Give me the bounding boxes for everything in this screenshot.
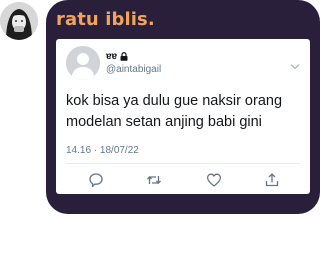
tweet-handle[interactable]: @aintabigail	[106, 64, 161, 75]
share-icon[interactable]	[264, 172, 280, 188]
tweet-display-name-text: ɐɐ	[106, 51, 118, 62]
tweet-timestamp[interactable]: 14.16 · 18/07/22	[66, 145, 139, 156]
like-icon[interactable]	[206, 172, 222, 188]
retweet-icon[interactable]	[146, 172, 162, 188]
tweet-display-name[interactable]: ɐɐ	[106, 51, 128, 62]
lock-icon	[120, 52, 128, 61]
tweet-text: kok bisa ya dulu gue naksir orang modela…	[66, 93, 283, 130]
sender-avatar[interactable]	[0, 2, 38, 40]
embedded-tweet-card[interactable]: ɐɐ @aintabigail kok bisa ya dulu gue nak…	[56, 39, 310, 194]
sender-name[interactable]: ratu iblis.	[56, 9, 155, 30]
chevron-down-icon[interactable]	[290, 57, 300, 70]
message-bubble: ratu iblis. ɐɐ @aintabigail kok bisa ya …	[46, 0, 320, 214]
reply-icon[interactable]	[88, 172, 104, 188]
divider	[66, 163, 300, 164]
tweet-avatar[interactable]	[66, 46, 100, 80]
